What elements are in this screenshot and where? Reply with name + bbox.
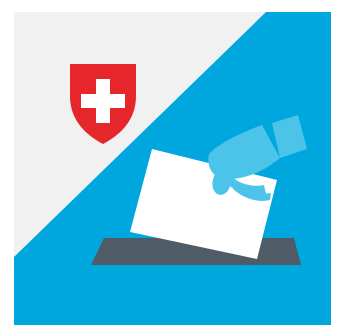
screenshot-frame — [0, 0, 339, 327]
app-icon-artwork — [14, 12, 331, 325]
voting-app-icon[interactable] — [14, 12, 331, 325]
